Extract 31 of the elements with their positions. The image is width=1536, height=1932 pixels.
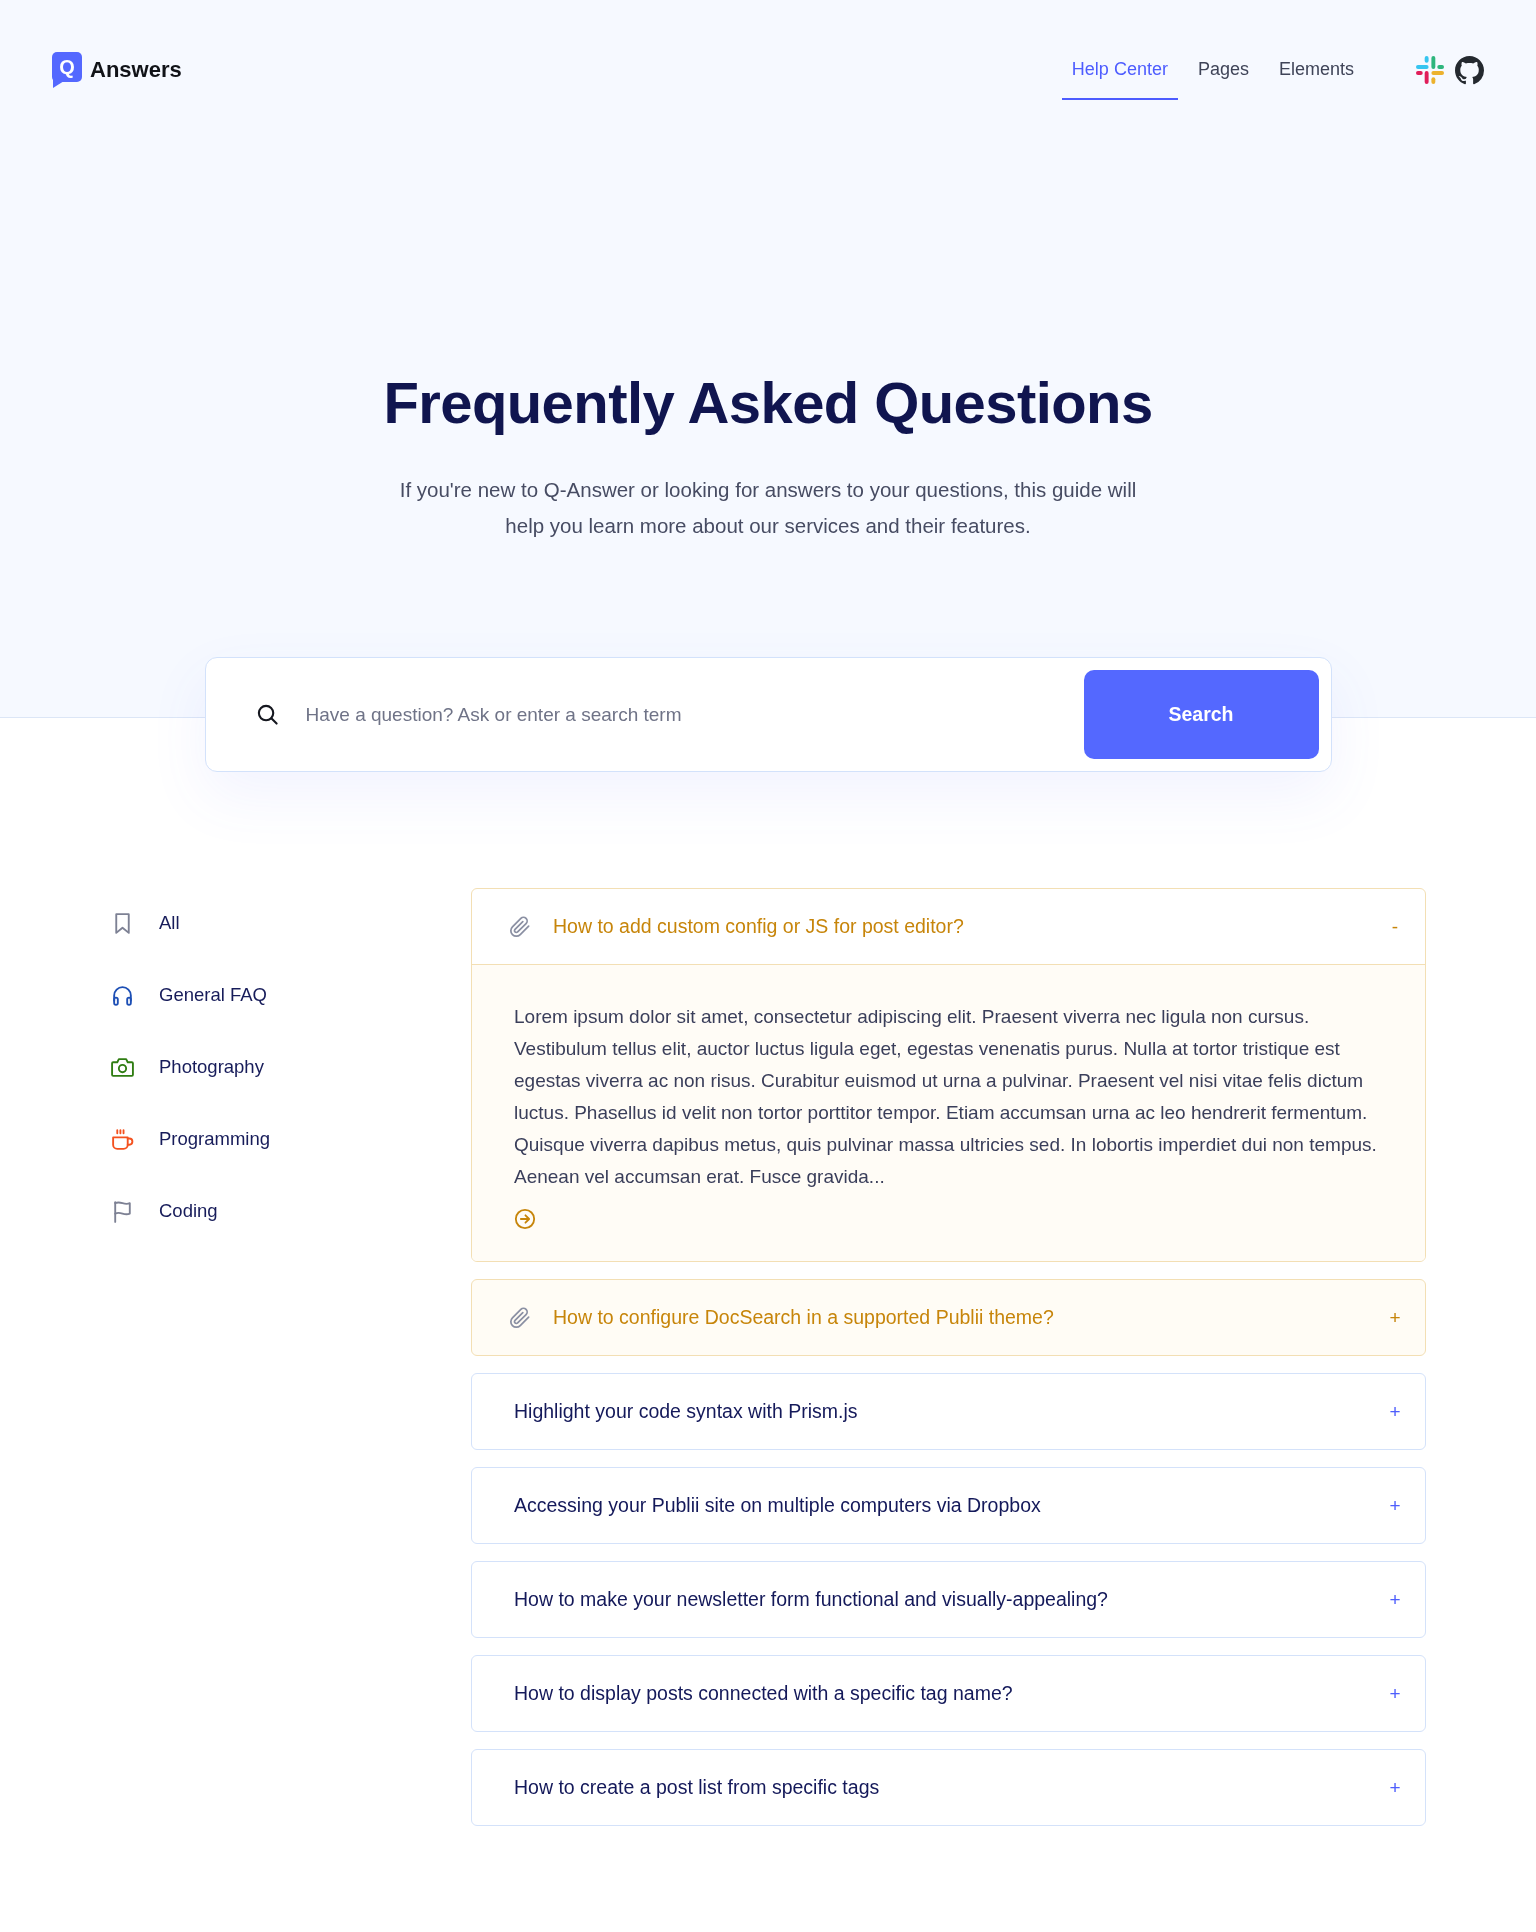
answer-text: Lorem ipsum dolor sit amet, consectetur adipiscing elit. Praesent viverra nec ligula non cursus. Vestibulum tellus elit, auctor luctus ligula eget, egestas venenatis purus. Nulla at tortor tristique est egestas viverra ac non risus. Curabitur euismod ut urna a pulvinar. Praesent vel nisi vitae felis dictum luctus. Phasellus id velit non tortor porttitor tempor. Etiam accumsan urna ac leo hendrerit fermentum. Quisque viverra dapibus metus, quis pulvinar massa ultricies sed. In lobortis imperdiet dui non tempus. Aenean vel accumsan erat. Fusce gravida... (514, 1005, 1378, 1189)
paperclip-icon (509, 915, 531, 938)
brand-name[interactable]: Answers (90, 59, 182, 81)
category-link[interactable]: All (110, 903, 180, 943)
slack-icon[interactable] (1416, 56, 1444, 84)
category-link[interactable]: Coding (110, 1191, 218, 1231)
category-link[interactable]: Photography (110, 1047, 264, 1087)
page-title: Frequently Asked Questions (383, 369, 1153, 437)
category-link[interactable]: General FAQ (110, 975, 267, 1015)
arrow-circle-icon[interactable] (514, 1208, 536, 1230)
faq-question[interactable]: How to make your newsletter form functional and visually-appealing? (514, 1584, 1108, 1615)
nav-tab[interactable]: Elements (1268, 40, 1364, 100)
search-bar[interactable]: Have a question? Ask or enter a search term Search (204, 657, 1332, 772)
faq-question[interactable]: How to display posts connected with a specific tag name? (514, 1678, 1013, 1709)
paperclip-icon (509, 1306, 531, 1329)
search-icon (255, 703, 279, 726)
expand-toggle[interactable]: + (1383, 1399, 1407, 1424)
category-link[interactable]: Programming (110, 1119, 271, 1159)
search-button[interactable]: Search (1083, 670, 1319, 759)
nav-tab[interactable]: Help Center (1061, 40, 1178, 100)
faq-question[interactable]: How to create a post list from specific tags (514, 1772, 880, 1803)
expand-toggle[interactable]: + (1383, 1587, 1407, 1612)
faq-question[interactable]: Highlight your code syntax with Prism.js (514, 1396, 858, 1427)
github-icon[interactable] (1455, 55, 1484, 85)
expand-toggle[interactable]: + (1383, 1681, 1407, 1706)
expand-toggle[interactable]: + (1383, 1493, 1407, 1518)
page-subtitle: If you're new to Q-Answer or looking for answers to your questions, this guide will help you learn more about our services and their features. (398, 477, 1138, 539)
expand-toggle[interactable]: + (1383, 1775, 1407, 1800)
search-input[interactable]: Have a question? Ask or enter a search term (305, 684, 1084, 745)
nav-tab[interactable]: Pages (1187, 40, 1259, 100)
faq-question[interactable]: Accessing your Publii site on multiple computers via Dropbox (514, 1490, 1041, 1521)
